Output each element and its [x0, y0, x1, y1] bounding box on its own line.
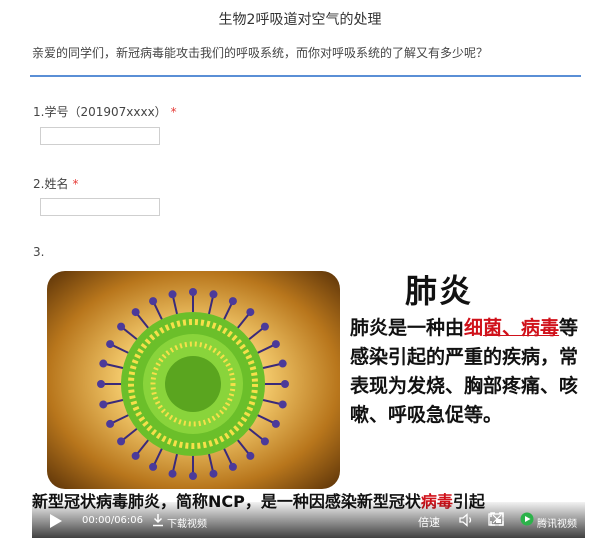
video-time: 00:00/06:06: [82, 515, 144, 526]
question-3-label: 3.: [33, 245, 45, 259]
virus-image: [47, 271, 340, 489]
video-controls: 00:00/06:06 下载视频 倍速 腾讯视频: [32, 502, 585, 538]
brand-label: 腾讯视频: [537, 519, 577, 530]
student-id-input[interactable]: [40, 127, 160, 145]
divider: [30, 75, 581, 77]
page-title: 生物2呼吸道对空气的处理: [218, 12, 382, 28]
required-mark: *: [72, 177, 79, 191]
play-icon[interactable]: [50, 514, 62, 528]
required-mark: *: [170, 105, 177, 119]
slide-title: 肺炎: [405, 272, 474, 310]
fullscreen-icon[interactable]: [490, 512, 504, 526]
question-2-label: 2.姓名 *: [33, 175, 78, 192]
download-icon[interactable]: [152, 513, 164, 527]
tencent-video-logo-icon: [520, 512, 534, 526]
question-2-text: 2.姓名: [33, 177, 69, 191]
download-button[interactable]: 下载视频: [167, 515, 207, 530]
name-input[interactable]: [40, 198, 160, 216]
video-player[interactable]: 肺炎 肺炎是一种由细菌、病毒等感染引起的严重的疾病，常表现为发烧、胸部疼痛、咳嗽…: [32, 262, 585, 538]
question-1-text: 1.学号（201907xxxx）: [33, 105, 167, 119]
page-intro: 亲爱的同学们，新冠病毒能攻击我们的呼吸系统，而你对呼吸系统的了解又有多少呢？: [32, 46, 489, 60]
slide-text: 肺炎是一种由细菌、病毒等感染引起的严重的疾病，常表现为发烧、胸部疼痛、咳嗽、呼吸…: [350, 317, 579, 426]
question-1-label: 1.学号（201907xxxx） *: [33, 103, 177, 120]
volume-icon[interactable]: [458, 512, 474, 528]
speed-button[interactable]: 倍速: [418, 514, 440, 530]
